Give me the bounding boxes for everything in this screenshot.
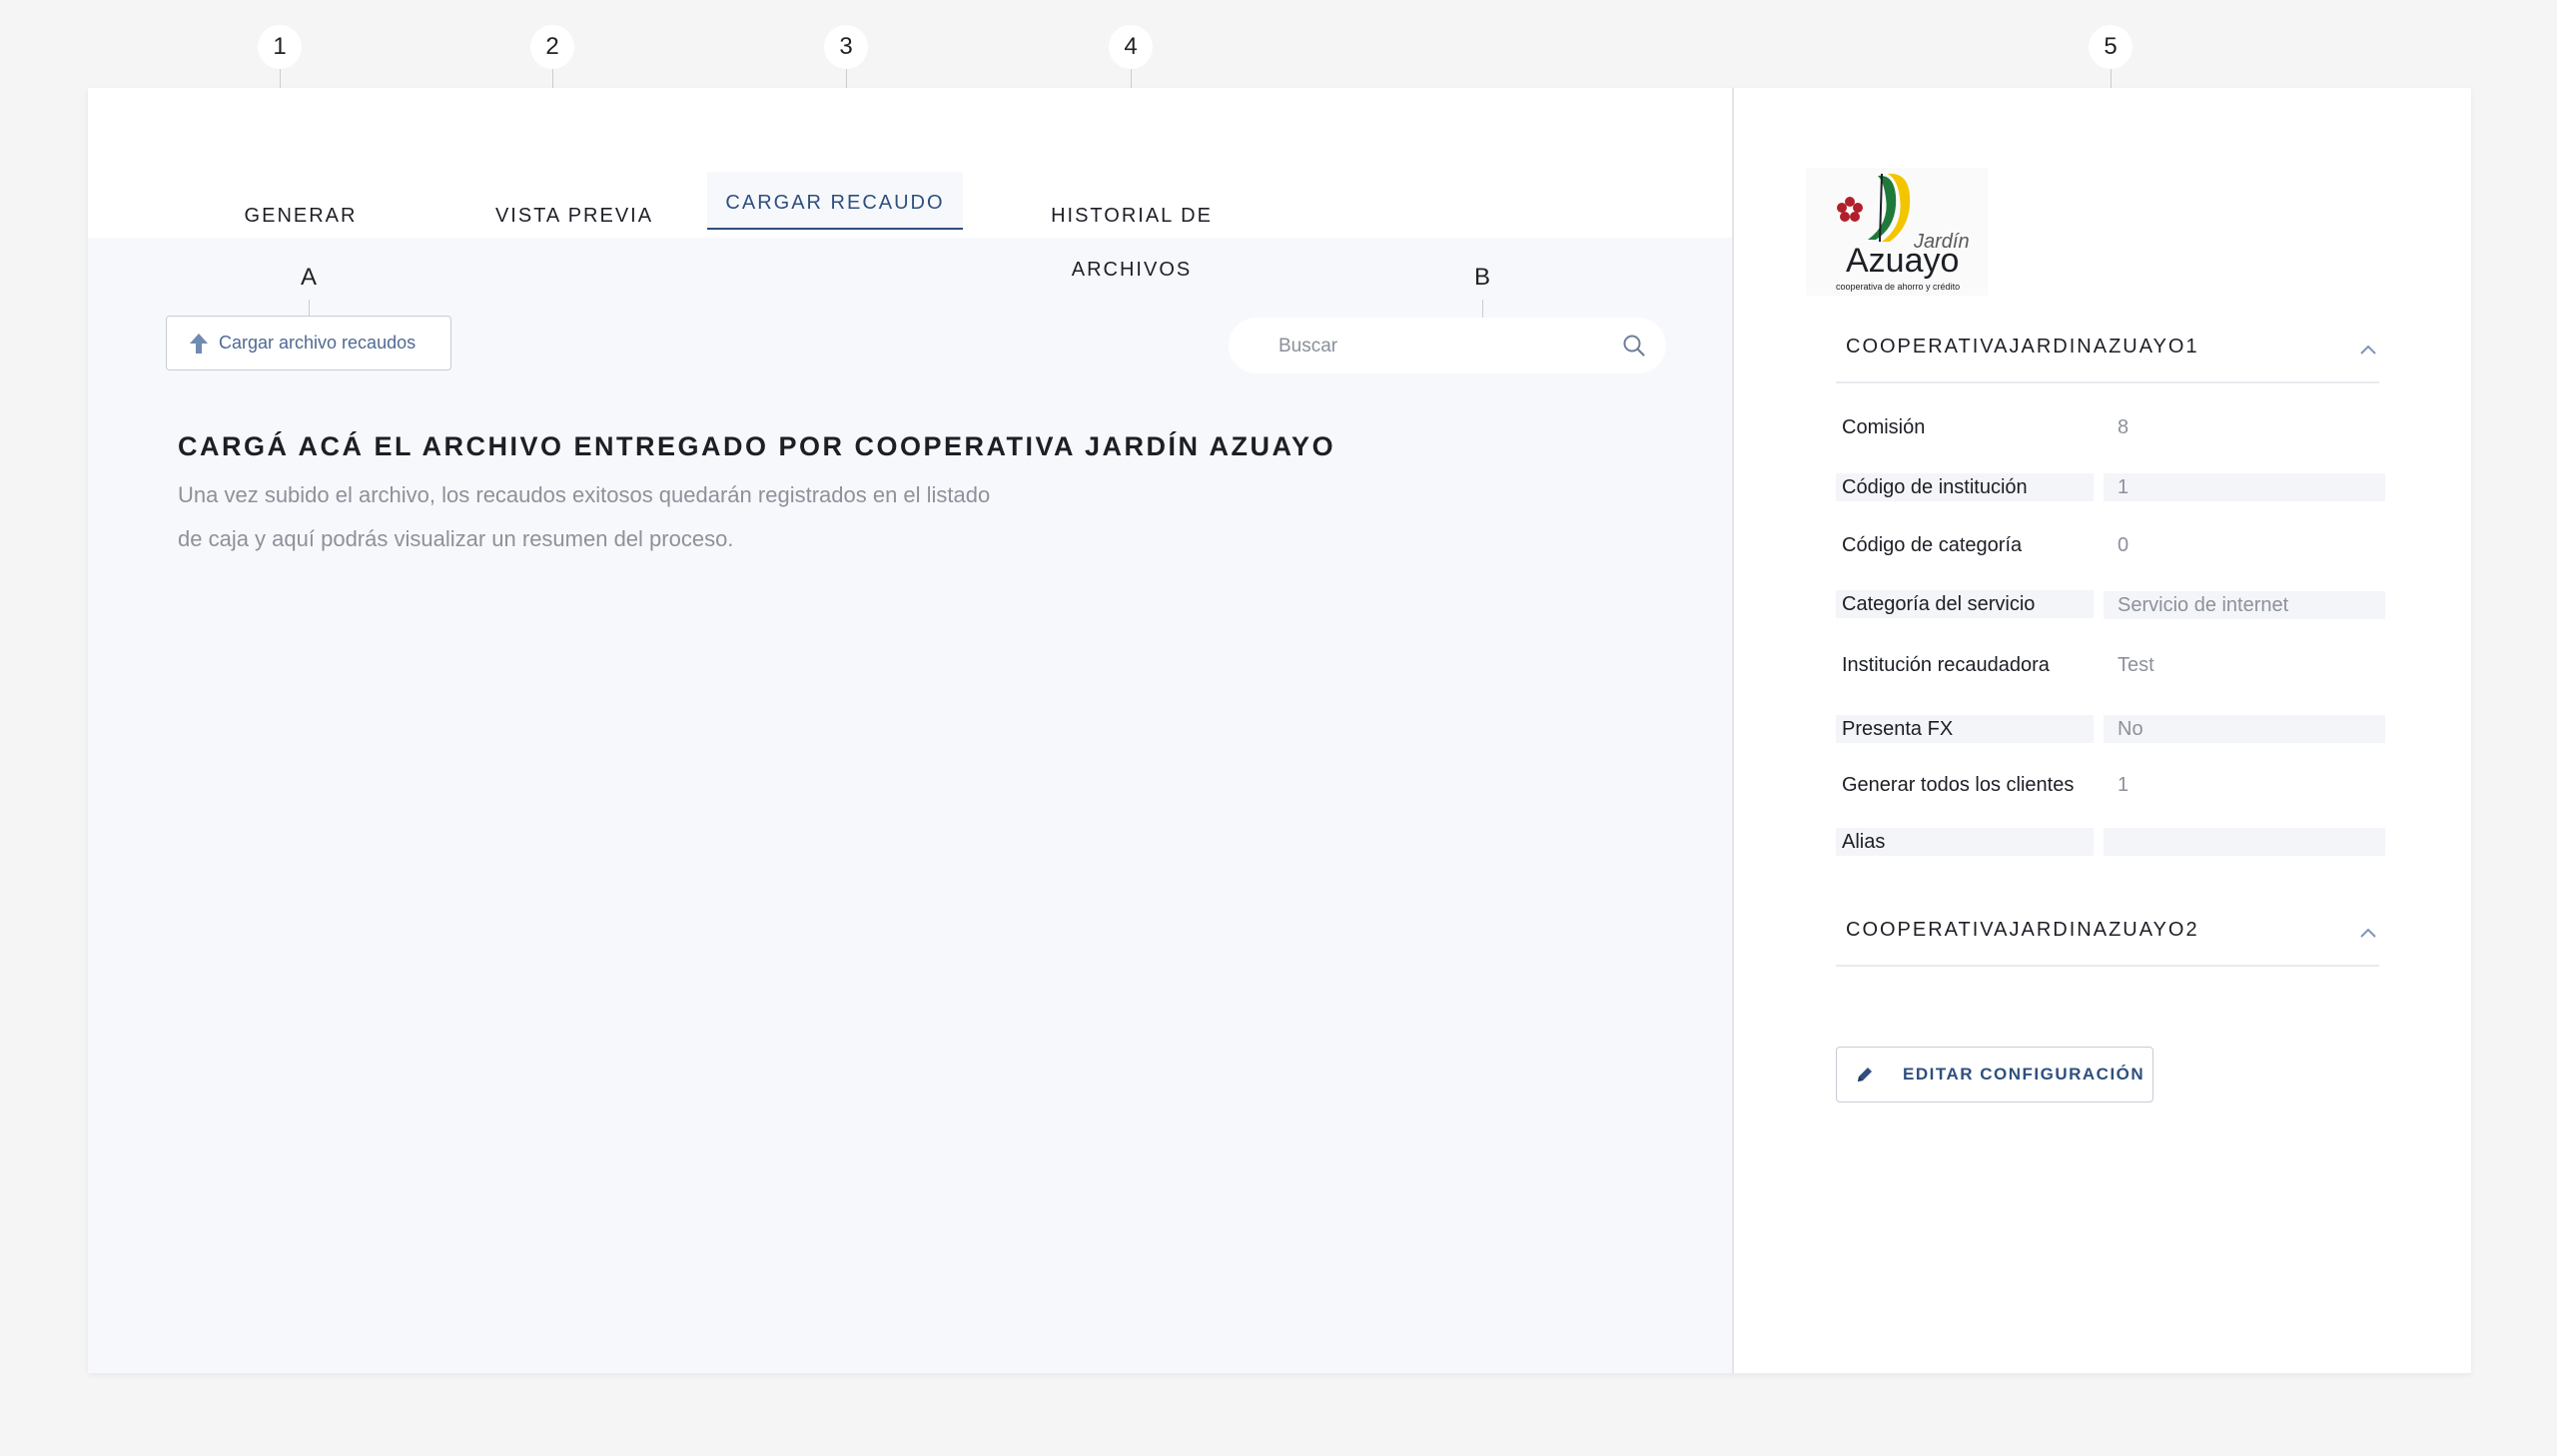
page-title: CARGÁ ACÁ EL ARCHIVO ENTREGADO POR COOPE…	[178, 431, 1336, 461]
config-label-alias: Alias	[1836, 828, 2094, 856]
search-box[interactable]	[1229, 318, 1666, 375]
callout-1: 1	[258, 25, 302, 69]
callout-2: 2	[530, 25, 574, 69]
panel-divider	[1732, 88, 1734, 1373]
upload-arrow-icon	[190, 333, 208, 354]
tab-generar[interactable]: GENERAR	[226, 189, 376, 243]
callout-b: B	[1460, 256, 1504, 300]
config-value-categoria-servicio: Servicio de internet	[2104, 591, 2385, 619]
section-title-1[interactable]: COOPERATIVAJARDINAZUAYO1	[1846, 336, 2199, 359]
cooperativa-logo: Jardín Azuayo cooperativa de ahorro y cr…	[1806, 168, 1988, 296]
svg-text:cooperativa de ahorro y crédit: cooperativa de ahorro y crédito	[1836, 282, 1960, 292]
edit-configuration-label: EDITAR CONFIGURACIÓN	[1903, 1065, 2145, 1084]
tab-vista-previa[interactable]: VISTA PREVIA	[474, 189, 674, 243]
upload-file-button[interactable]: Cargar archivo recaudos	[166, 316, 451, 370]
config-value-alias	[2104, 828, 2385, 856]
config-label-presenta-fx: Presenta FX	[1836, 715, 2094, 743]
config-value-codigo-institucion: 1	[2104, 473, 2385, 501]
search-icon[interactable]	[1622, 334, 1646, 358]
chevron-up-icon[interactable]	[2359, 344, 2377, 356]
callout-4: 4	[1109, 25, 1153, 69]
tab-historial-de-archivos[interactable]: HISTORIAL DE ARCHIVOS	[997, 189, 1267, 281]
svg-text:Azuayo: Azuayo	[1846, 242, 1959, 280]
config-label-comision: Comisión	[1842, 416, 1926, 438]
config-value-codigo-categoria: 0	[2118, 534, 2130, 556]
pencil-icon	[1858, 1068, 1872, 1082]
config-label-codigo-categoria: Código de categoría	[1842, 534, 2023, 556]
callout-3: 3	[824, 25, 868, 69]
config-label-institucion-recaudadora: Institución recaudadora	[1842, 654, 2050, 676]
tab-cargar-recaudo[interactable]: CARGAR RECAUDO	[707, 172, 963, 230]
callout-line	[309, 300, 310, 316]
description-line-2: de caja y aquí podrás visualizar un resu…	[178, 526, 734, 551]
section-divider	[1836, 381, 2379, 383]
config-value-presenta-fx: No	[2104, 715, 2385, 743]
search-input[interactable]	[1277, 318, 1610, 375]
section-title-2[interactable]: COOPERATIVAJARDINAZUAYO2	[1846, 919, 2199, 942]
edit-configuration-button[interactable]: EDITAR CONFIGURACIÓN	[1836, 1047, 2153, 1102]
page-description: Una vez subido el archivo, los recaudos …	[178, 473, 1077, 561]
config-value-comision: 8	[2118, 416, 2130, 438]
config-label-codigo-institucion: Código de institución	[1836, 473, 2094, 501]
config-value-institucion-recaudadora: Test	[2118, 654, 2154, 676]
tab-bar: GENERAR VISTA PREVIA CARGAR RECAUDO HIST…	[88, 88, 1732, 281]
config-label-generar-todos: Generar todos los clientes	[1842, 774, 2075, 796]
section-divider	[1836, 965, 2379, 967]
callout-5: 5	[2089, 25, 2132, 69]
upload-file-label: Cargar archivo recaudos	[219, 333, 417, 353]
config-label-categoria-servicio: Categoría del servicio	[1836, 590, 2094, 618]
callout-line	[1482, 300, 1483, 318]
description-line-1: Una vez subido el archivo, los recaudos …	[178, 482, 991, 507]
config-value-generar-todos: 1	[2118, 774, 2130, 796]
callout-a: A	[287, 256, 331, 300]
chevron-up-icon[interactable]	[2359, 927, 2377, 939]
